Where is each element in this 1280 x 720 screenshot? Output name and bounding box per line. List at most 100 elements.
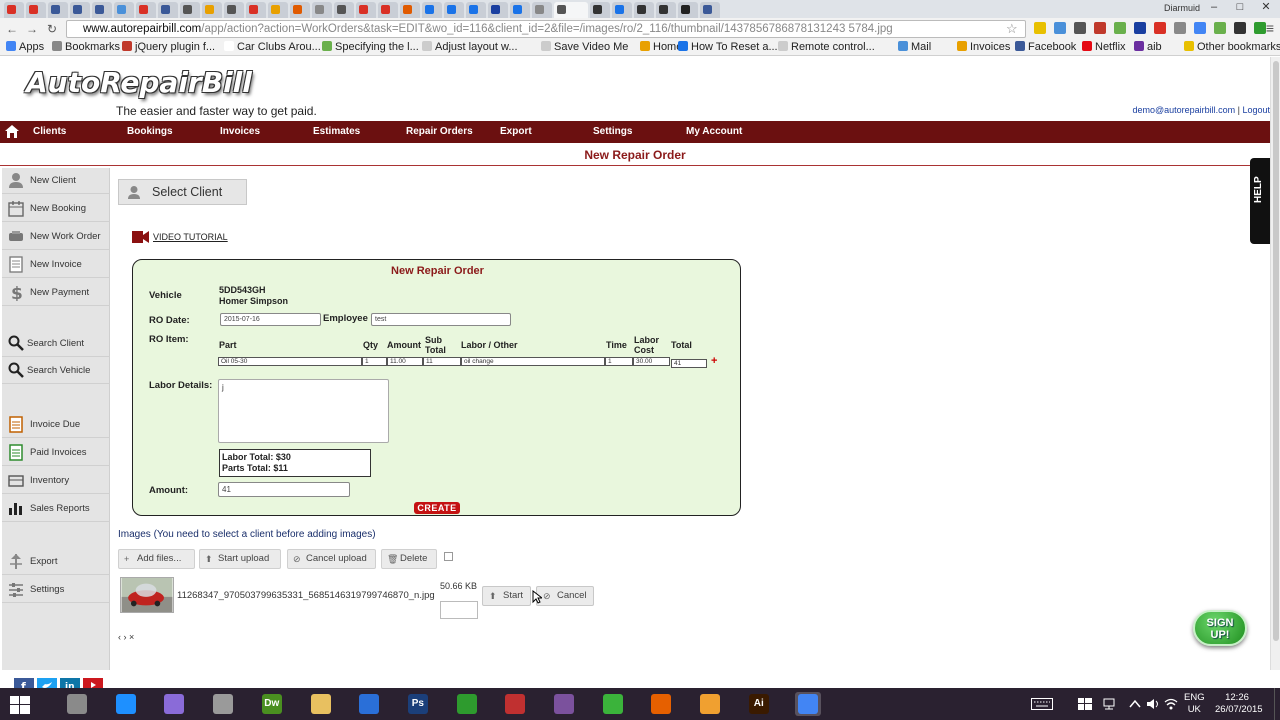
taskbar-app-outlook-icon[interactable]	[697, 692, 723, 716]
sidebar-item-paid-invoices[interactable]: Paid Invoices	[2, 440, 110, 466]
start-upload-button[interactable]: ⬆ Start upload	[199, 549, 281, 569]
site-logo[interactable]: AutoRepairBill	[26, 66, 252, 99]
browser-tab[interactable]	[290, 2, 310, 18]
bookmark-item[interactable]: Save Video Me	[541, 40, 628, 55]
ro-date-input[interactable]: 2015-07-16	[220, 313, 321, 326]
bookmark-item[interactable]: Specifying the l...	[322, 40, 419, 55]
extension-icon[interactable]	[1254, 22, 1266, 34]
speaker-icon[interactable]	[1146, 698, 1160, 710]
item-labor-cost-input[interactable]: 30.00	[633, 357, 670, 366]
keyboard-icon[interactable]	[1031, 698, 1053, 710]
windows-start-icon[interactable]	[10, 696, 30, 714]
browser-tab[interactable]	[334, 2, 354, 18]
file-thumbnail[interactable]	[120, 577, 174, 613]
bookmark-item[interactable]: Facebook	[1015, 40, 1076, 55]
sidebar-item-new-invoice[interactable]: New Invoice	[2, 252, 110, 278]
sidebar-item-export[interactable]: Export	[2, 549, 110, 575]
scrollbar-thumb[interactable]	[1273, 61, 1279, 641]
bookmark-item[interactable]: Car Clubs Arou...	[224, 40, 321, 55]
add-files-button[interactable]: + Add files...	[118, 549, 195, 569]
taskbar-app-firefox-icon[interactable]	[648, 692, 674, 716]
item-qty-input[interactable]: 1	[362, 357, 387, 366]
sidebar-item-settings[interactable]: Settings	[2, 577, 110, 603]
taskbar-app-files-icon[interactable]	[210, 692, 236, 716]
select-all-checkbox[interactable]	[444, 552, 453, 561]
extension-icon[interactable]	[1074, 22, 1086, 34]
extension-icon[interactable]	[1054, 22, 1066, 34]
sign-up-button[interactable]: SIGN UP!	[1193, 610, 1247, 646]
browser-tab[interactable]	[510, 2, 530, 18]
browser-tab[interactable]	[114, 2, 134, 18]
windows-logo-tray-icon[interactable]	[1078, 698, 1092, 710]
browser-tab[interactable]	[656, 2, 676, 18]
image-pager[interactable]: ‹ › ×	[118, 632, 134, 642]
item-amount-input[interactable]: 11.00	[387, 357, 423, 366]
nav-export[interactable]: Export	[500, 121, 532, 143]
bookmark-item[interactable]: jQuery plugin f...	[122, 40, 215, 55]
browser-tab[interactable]	[158, 2, 178, 18]
sidebar-item-new-booking[interactable]: New Booking	[2, 196, 110, 222]
nav-invoices[interactable]: Invoices	[220, 121, 260, 143]
taskbar-app-ie-icon[interactable]	[113, 692, 139, 716]
browser-tab[interactable]	[700, 2, 720, 18]
browser-tab[interactable]	[554, 2, 588, 18]
add-line-item-button[interactable]: +	[711, 355, 717, 367]
taskbar-app-media-icon[interactable]	[600, 692, 626, 716]
chevron-up-icon[interactable]	[1128, 698, 1142, 710]
browser-tab[interactable]	[48, 2, 68, 18]
browser-tab[interactable]	[312, 2, 332, 18]
sidebar-item-sales-reports[interactable]: Sales Reports	[2, 496, 110, 522]
labor-details-textarea[interactable]: j	[218, 379, 389, 443]
browser-menu-icon[interactable]: ≡	[1266, 20, 1274, 36]
extension-icon[interactable]	[1234, 22, 1246, 34]
bookmark-item[interactable]: How To Reset a...	[678, 40, 778, 55]
taskbar-app-store-icon[interactable]	[454, 692, 480, 716]
bookmark-item[interactable]: Home	[640, 40, 682, 55]
help-tab[interactable]: HELP	[1250, 158, 1270, 244]
extension-icon[interactable]	[1214, 22, 1226, 34]
account-email-link[interactable]: demo@autorepairbill.com	[1132, 105, 1235, 115]
browser-tab[interactable]	[70, 2, 90, 18]
taskbar-app-laptop-icon[interactable]	[64, 692, 90, 716]
nav-settings[interactable]: Settings	[593, 121, 632, 143]
bookmark-item[interactable]: Bookmarks	[52, 40, 120, 55]
item-time-input[interactable]: 1	[605, 357, 633, 366]
browser-tab[interactable]	[26, 2, 46, 18]
file-cancel-button[interactable]: ⊘ Cancel	[536, 586, 594, 606]
bookmark-item[interactable]: Other bookmarks	[1184, 40, 1280, 55]
browser-tab[interactable]	[444, 2, 464, 18]
taskbar-app-illustrator-icon[interactable]: Ai	[746, 692, 772, 716]
bookmark-item[interactable]: Mail	[898, 40, 931, 55]
employee-input[interactable]: test	[371, 313, 511, 326]
browser-tab[interactable]	[202, 2, 222, 18]
browser-tab[interactable]	[422, 2, 442, 18]
browser-user-name[interactable]: Diarmuid	[1164, 3, 1200, 13]
extension-icon[interactable]	[1034, 22, 1046, 34]
network-icon[interactable]	[1102, 698, 1116, 710]
browser-tab[interactable]	[400, 2, 420, 18]
taskbar-app-dreamweaver-icon[interactable]: Dw	[259, 692, 285, 716]
reload-icon[interactable]: ↻	[44, 21, 60, 37]
browser-tab[interactable]	[246, 2, 266, 18]
sidebar-item-new-work-order[interactable]: New Work Order	[2, 224, 110, 250]
browser-tab[interactable]	[488, 2, 508, 18]
taskbar-app-apps-icon[interactable]	[502, 692, 528, 716]
item-subtotal-input[interactable]: 11	[423, 357, 461, 366]
extension-icon[interactable]	[1134, 22, 1146, 34]
bookmark-star-icon[interactable]: ☆	[1006, 21, 1018, 37]
taskbar-app-chrome-icon[interactable]	[794, 692, 821, 716]
home-icon[interactable]	[4, 124, 20, 139]
close-window-button[interactable]: ✕	[1254, 0, 1278, 16]
nav-estimates[interactable]: Estimates	[313, 121, 360, 143]
url-input[interactable]: www.autorepairbill.com/app/action?action…	[66, 20, 1026, 38]
browser-tab[interactable]	[532, 2, 552, 18]
browser-tab[interactable]	[612, 2, 632, 18]
extension-icon[interactable]	[1154, 22, 1166, 34]
amount-input[interactable]: 41	[218, 482, 350, 497]
sidebar-item-search-vehicle[interactable]: Search Vehicle	[2, 358, 110, 384]
nav-my-account[interactable]: My Account	[686, 121, 742, 143]
forward-icon[interactable]: →	[24, 21, 40, 37]
bookmark-item[interactable]: Remote control...	[778, 40, 875, 55]
sidebar-item-new-payment[interactable]: $ New Payment	[2, 280, 110, 306]
browser-tab[interactable]	[356, 2, 376, 18]
